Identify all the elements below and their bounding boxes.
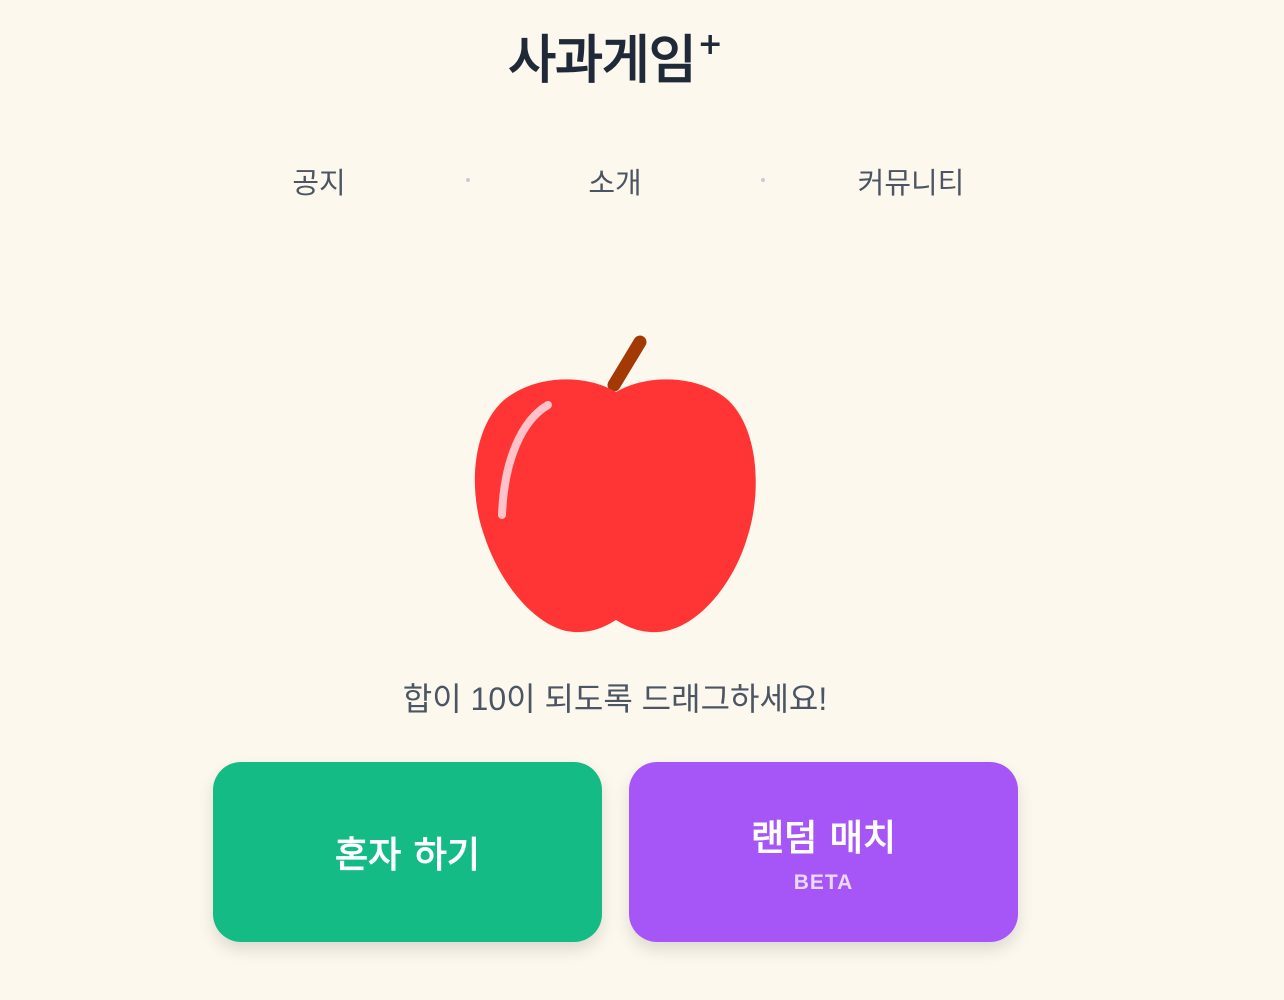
nav-item-notice[interactable]: 공지 [292,160,345,202]
top-nav: 공지 소개 커뮤니티 [0,160,1230,204]
apple-body [474,379,756,633]
nav-separator-dot [466,178,470,182]
beta-badge: BETA [793,871,854,894]
nav-separator-dot [761,178,765,182]
game-instruction: 합이 10이 되도록 드래그하세요! [402,681,828,717]
apple-icon [474,335,756,633]
start-screen: 사과게임+ 공지 소개 커뮤니티 합이 10이 되도록 드래그하세요! 혼자 하… [0,0,1284,1000]
nav-item-about[interactable]: 소개 [588,160,641,202]
page-title: 사과게임+ [0,18,1230,93]
apple-stem [607,335,647,392]
random-match-button[interactable]: 랜덤 매치 BETA [629,762,1018,942]
nav-item-community[interactable]: 커뮤니티 [858,160,965,202]
solo-play-button[interactable]: 혼자 하기 [213,762,602,942]
title-plus-mark: + [697,26,723,62]
page-title-text: 사과게임 [508,31,696,91]
random-match-label: 랜덤 매치 [750,818,896,859]
solo-play-label: 혼자 하기 [334,835,480,876]
